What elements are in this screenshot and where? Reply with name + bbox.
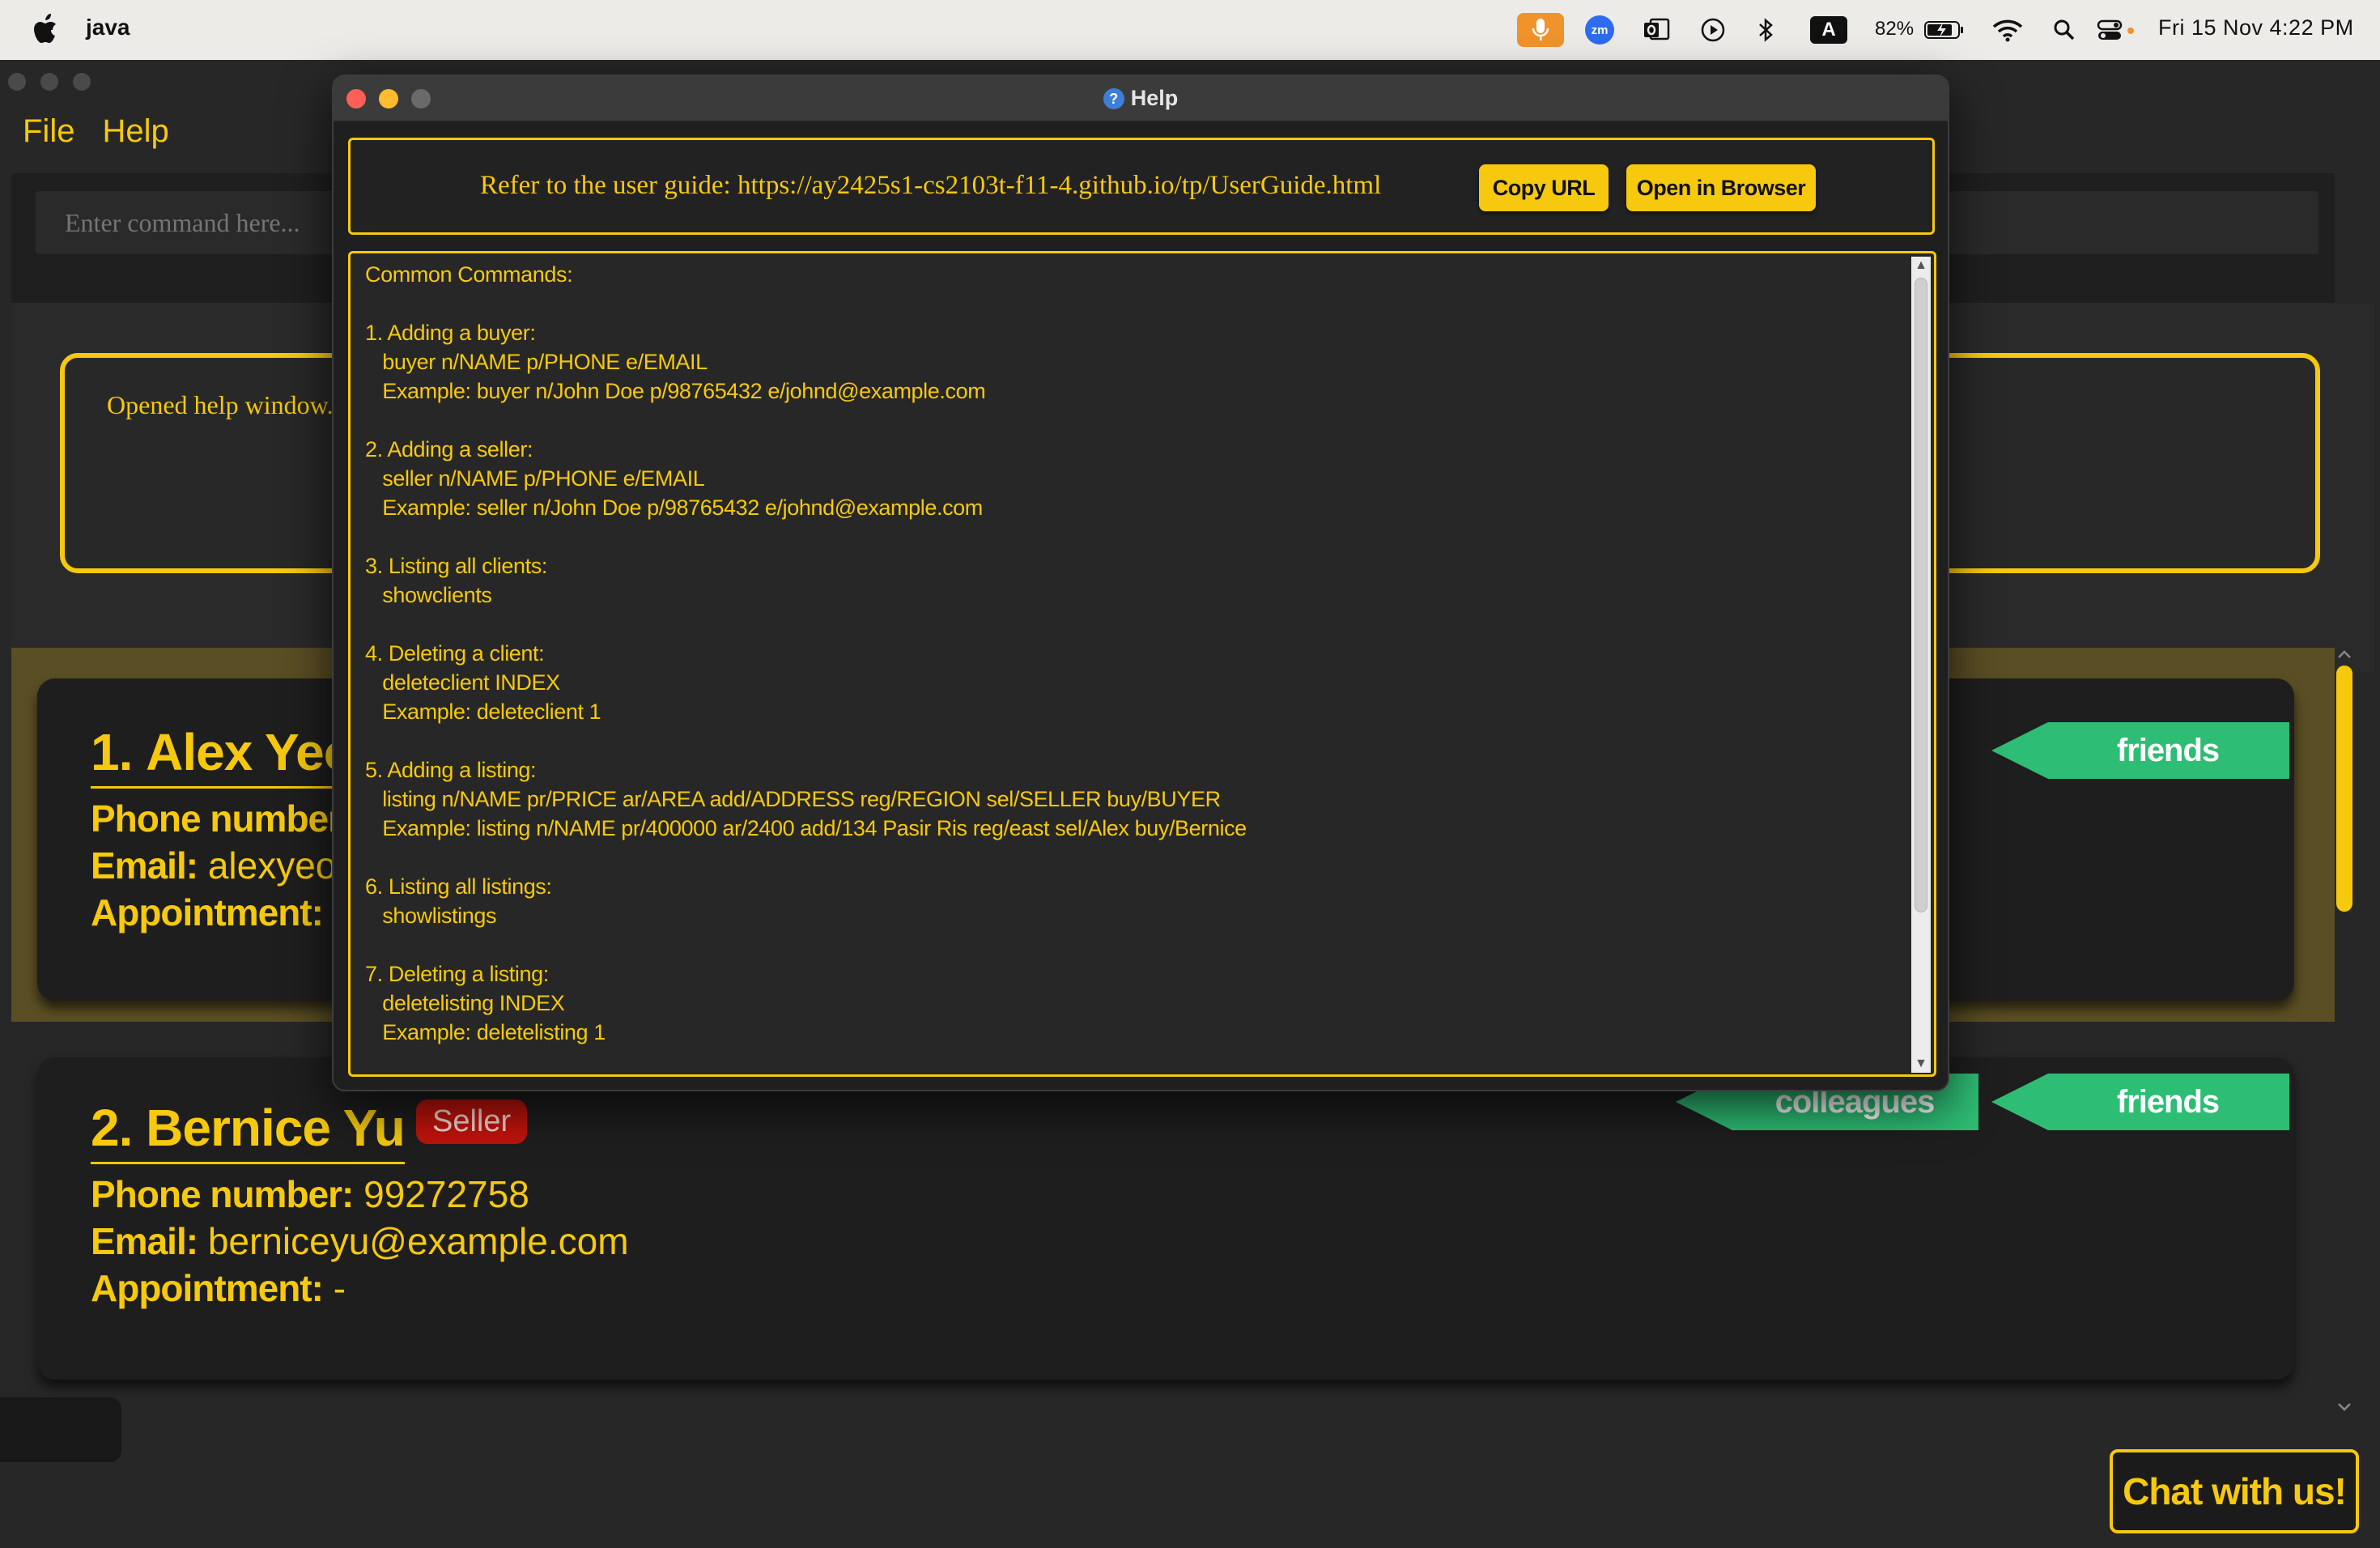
zoom-window-button[interactable] (73, 73, 91, 91)
email-value: berniceyu@example.com (207, 1220, 629, 1262)
appointment-label: Appointment: (91, 891, 324, 933)
help-title-bar[interactable]: ? Help (334, 76, 1948, 121)
client-index: 2. (91, 1099, 133, 1157)
phone-value: 99272758 (363, 1173, 529, 1215)
minimize-window-button[interactable] (40, 73, 58, 91)
help-scrollbar[interactable]: ▲ ▼ (1911, 257, 1931, 1073)
menu-help[interactable]: Help (102, 113, 168, 149)
zoom-icon[interactable]: zm (1585, 15, 1614, 45)
apple-logo-icon[interactable] (31, 11, 63, 47)
client-list-scrollbar[interactable] (2336, 666, 2352, 912)
client-card[interactable]: 2. Bernice Yu Seller Phone number: 99272… (37, 1057, 2294, 1380)
help-title: ? Help (334, 86, 1948, 111)
input-source-icon[interactable]: A (1810, 16, 1847, 44)
copy-url-button[interactable]: Copy URL (1479, 164, 1609, 211)
hidden-panel-edge (0, 1397, 121, 1462)
client-name-text: Bernice Yu (146, 1099, 406, 1157)
tag-label: friends (2116, 732, 2220, 768)
help-window: ? Help Refer to the user guide: https://a… (332, 74, 1949, 1091)
help-scrollbar-thumb[interactable] (1915, 278, 1927, 912)
client-appointment: Appointment: - (91, 1266, 346, 1310)
seller-badge: Seller (416, 1099, 528, 1144)
spotlight-search-icon[interactable] (2050, 13, 2079, 47)
client-email: Email: berniceyu@example.com (91, 1219, 629, 1263)
play-circle-icon[interactable] (1698, 13, 1728, 47)
client-phone: Phone number: 99272758 (91, 1172, 529, 1216)
tag-friends: friends (1991, 1074, 2289, 1130)
battery-percentage: 82% (1875, 18, 1915, 40)
client-appointment: Appointment: - (91, 891, 346, 934)
common-commands-text: Common Commands: 1. Adding a buyer: buye… (365, 262, 1247, 1044)
appointment-label: Appointment: (91, 1267, 324, 1309)
menu-bar: File Help (23, 113, 197, 150)
wifi-icon[interactable] (1990, 13, 2025, 47)
microphone-icon[interactable] (1517, 13, 1564, 47)
tag-label: friends (2116, 1083, 2220, 1120)
phone-label: Phone number: (91, 797, 354, 840)
appointment-value: - (333, 1267, 346, 1309)
chat-with-us-button[interactable]: Chat with us! (2110, 1449, 2359, 1533)
question-mark-icon: ? (1103, 88, 1124, 109)
tag-friends: friends (1991, 722, 2289, 779)
common-commands-text-area[interactable]: Common Commands: 1. Adding a buyer: buye… (348, 251, 1936, 1077)
close-window-button[interactable] (8, 73, 26, 91)
bluetooth-icon[interactable] (1753, 13, 1778, 47)
help-scroll-down-icon[interactable]: ▼ (1911, 1055, 1931, 1073)
client-index: 1. (91, 723, 133, 781)
email-label: Email: (91, 1220, 198, 1262)
control-center-icon[interactable] (2095, 13, 2139, 47)
menubar-clock[interactable]: Fri 15 Nov 4:22 PM (2158, 15, 2354, 40)
client-name: 2. Bernice Yu (91, 1098, 406, 1164)
scroll-down-icon[interactable] (2336, 1401, 2352, 1414)
open-in-browser-button[interactable]: Open in Browser (1626, 164, 1816, 211)
app-name[interactable]: java (86, 15, 130, 40)
battery-icon[interactable] (1922, 13, 1967, 47)
result-text: Opened help window. (107, 390, 334, 419)
scroll-up-icon[interactable] (2336, 648, 2352, 661)
menu-file[interactable]: File (23, 113, 74, 149)
macos-menubar: java zm A 82% Fri 15 Nov 4:22 PM (0, 0, 2380, 60)
outlook-icon[interactable] (1642, 13, 1671, 47)
email-label: Email: (91, 844, 198, 887)
user-guide-url-box: Refer to the user guide: https://ay2425s… (348, 138, 1935, 235)
name-underline (91, 1162, 405, 1164)
user-guide-url: Refer to the user guide: https://ay2425s… (480, 171, 1382, 200)
phone-label: Phone number: (91, 1173, 354, 1215)
help-scroll-up-icon[interactable]: ▲ (1911, 257, 1931, 274)
help-title-text: Help (1130, 86, 1179, 110)
